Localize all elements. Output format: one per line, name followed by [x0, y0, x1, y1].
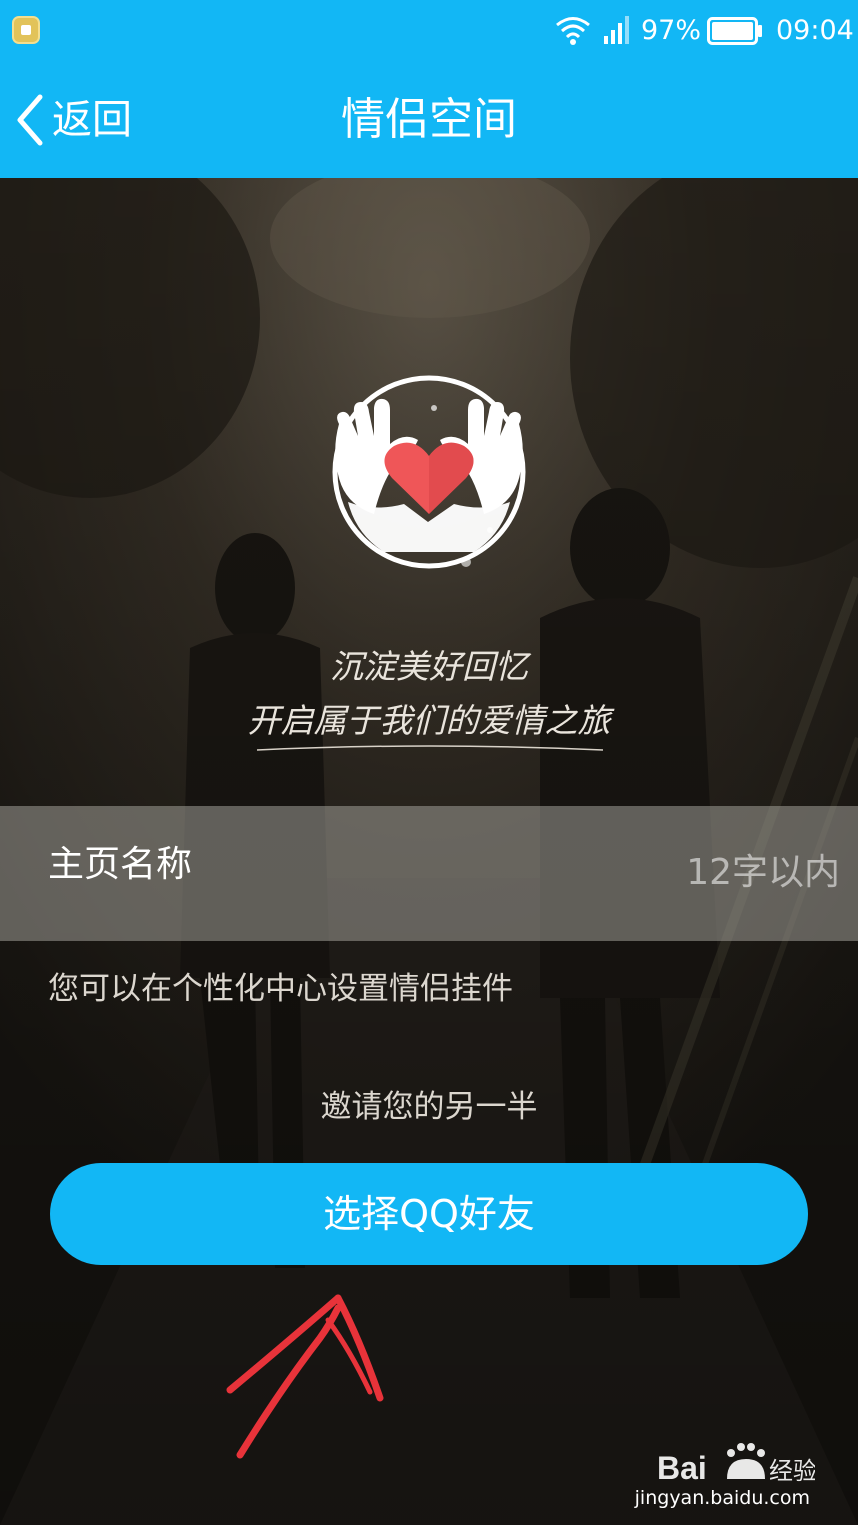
battery-percent: 97%: [641, 15, 702, 46]
svg-text:Bai: Bai: [657, 1450, 707, 1486]
slogan-line-1: 沉淀美好回忆: [330, 647, 528, 686]
back-label: 返回: [52, 97, 132, 143]
watermark-url: jingyan.baidu.com: [634, 1487, 810, 1509]
annotation-arrow-icon: [226, 1294, 384, 1459]
homepage-name-input[interactable]: [300, 836, 840, 908]
back-button[interactable]: 返回: [12, 82, 152, 158]
signal-icon: [604, 16, 629, 44]
couple-space-screen: 97% 09:04 情侣空间 返回 沉淀美好回忆 开启属于我们的爱情之旅 主页名…: [0, 0, 858, 1525]
pendant-hint: 您可以在个性化中心设置情侣挂件: [48, 971, 513, 1007]
slogan-underline: [256, 745, 604, 751]
status-time: 09:04: [776, 15, 854, 46]
heart-hands-icon: [332, 375, 526, 569]
select-qq-friend-button[interactable]: 选择QQ好友: [50, 1163, 808, 1265]
title-bar: 情侣空间 返回: [0, 62, 858, 178]
svg-text:经验: 经验: [769, 1457, 815, 1485]
status-bar: 97% 09:04: [0, 0, 858, 62]
homepage-name-row: 主页名称: [0, 806, 858, 941]
invite-label: 邀请您的另一半: [320, 1089, 538, 1125]
battery-icon: [707, 17, 762, 45]
chevron-left-icon: [17, 94, 43, 146]
homepage-name-label: 主页名称: [48, 844, 193, 885]
wifi-icon: [556, 17, 590, 45]
notification-icon: [12, 16, 40, 44]
